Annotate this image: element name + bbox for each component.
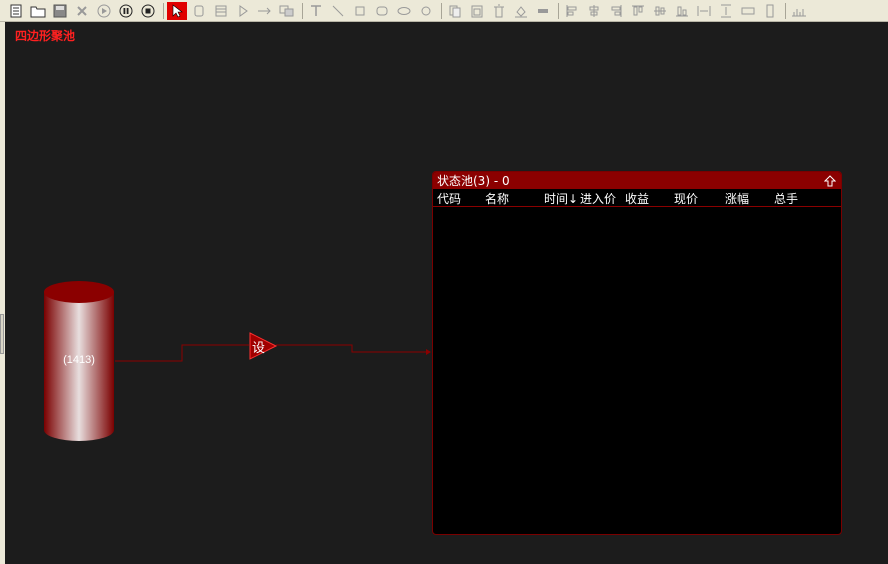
column-entry-price[interactable]: 进入价 [580, 190, 616, 207]
column-current-price[interactable]: 现价 [674, 190, 698, 207]
column-time[interactable]: 时间↓ [544, 190, 578, 207]
panel-header: 状态池(3) - 0 [433, 172, 841, 189]
column-change-pct[interactable]: 涨幅 [725, 190, 749, 207]
panel-table-body[interactable] [433, 207, 841, 534]
panel-title: 状态池(3) - 0 [437, 174, 510, 188]
source-count: (1413) [63, 354, 95, 366]
column-volume[interactable]: 总手 [774, 190, 798, 207]
column-header-row: 代码 名称 时间↓ 进入价 收益 现价 涨幅 总手 [433, 189, 841, 207]
column-name[interactable]: 名称 [485, 190, 509, 207]
status-pool-panel: 状态池(3) - 0 代码 名称 时间↓ 进入价 收益 现价 涨幅 总手 [432, 171, 842, 535]
trigger-label: 设 [252, 341, 266, 356]
column-code[interactable]: 代码 [437, 190, 461, 207]
column-profit[interactable]: 收益 [625, 190, 649, 207]
arrow-up-icon[interactable] [823, 174, 837, 188]
